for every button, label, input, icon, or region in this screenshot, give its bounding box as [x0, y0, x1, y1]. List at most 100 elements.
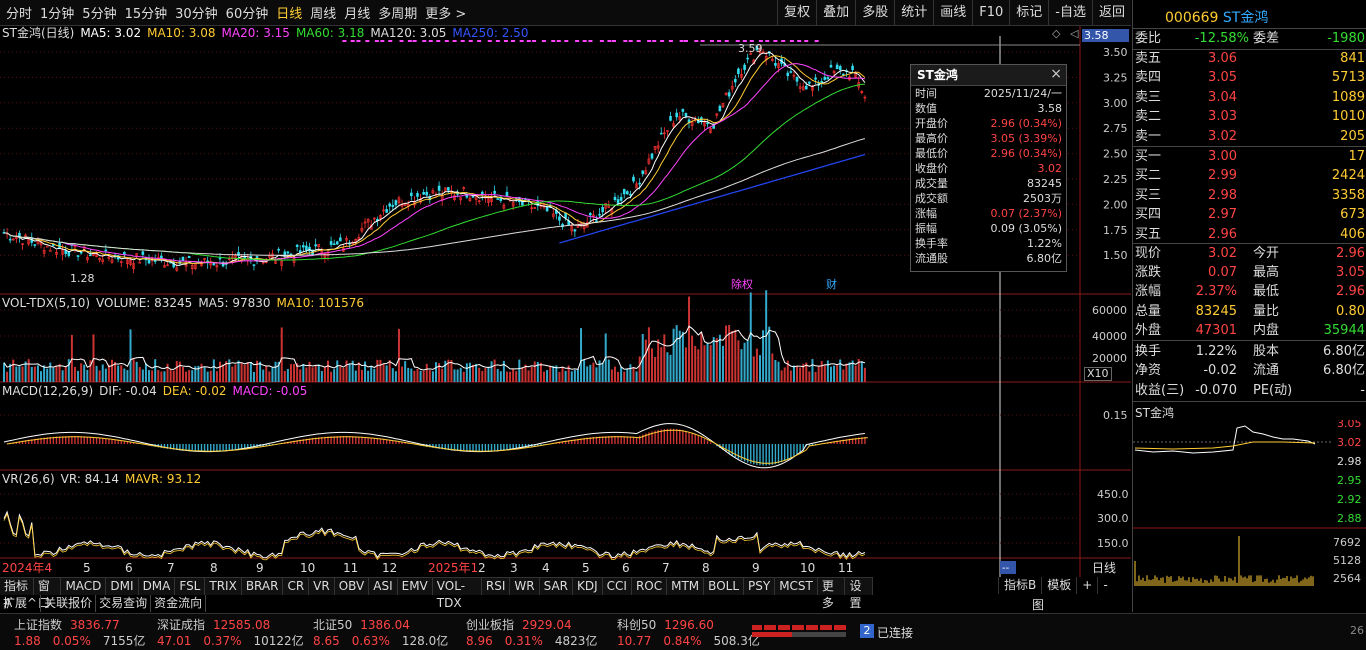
- order-row[interactable]: 卖二 3.03 1010: [1133, 107, 1366, 126]
- index-quote[interactable]: 深证成指 12585.08: [157, 616, 270, 633]
- order-row[interactable]: 买一 3.00 17: [1133, 147, 1366, 166]
- volume-bar: [746, 340, 749, 382]
- tool-button-0[interactable]: 复权: [777, 0, 816, 25]
- indicator-tab-20[interactable]: MTM: [667, 578, 705, 595]
- index-quote[interactable]: 创业板指 2929.04: [466, 616, 572, 633]
- order-row[interactable]: 卖四 3.05 5713: [1133, 68, 1366, 87]
- indicator-tab-22[interactable]: PSY: [744, 578, 776, 595]
- index-change: 8.65 0.63% 128.0亿: [313, 634, 449, 648]
- tool-button-5[interactable]: F10: [972, 0, 1009, 25]
- volume-bar: [185, 371, 188, 382]
- indicator-tab-21[interactable]: BOLL: [704, 578, 745, 595]
- period-tab-1[interactable]: 1分钟: [36, 3, 78, 22]
- indicator-tab-16[interactable]: SAR: [540, 578, 573, 595]
- indicator-tab-9[interactable]: VR: [309, 578, 335, 595]
- date-label: 10: [300, 561, 315, 575]
- indicator-tab-18[interactable]: CCI: [603, 578, 632, 595]
- indicator-tab-right-1[interactable]: 模板: [1041, 577, 1076, 594]
- indicator-tab-10[interactable]: OBV: [335, 578, 370, 595]
- tooltip-rows: 时间 2025/11/24/一 数值 3.58 开盘价 2.96 (0.34%) 最高价 3.…: [911, 86, 1066, 266]
- indicator-tab-4[interactable]: DMA: [139, 578, 176, 595]
- order-row[interactable]: 卖五 3.06 841: [1133, 49, 1366, 68]
- period-tab-10[interactable]: 更多 >: [421, 3, 470, 22]
- ext-tab-0[interactable]: 扩展^: [0, 595, 42, 612]
- signal-mark: [588, 40, 593, 42]
- order-row[interactable]: 卖一 3.02 205: [1133, 127, 1366, 146]
- volume-bar: [52, 367, 55, 382]
- indicator-tab-25[interactable]: 设置: [845, 578, 873, 610]
- indicator-tab-0[interactable]: 指标A: [0, 578, 34, 610]
- indicator-tab-24[interactable]: 更多: [818, 578, 846, 610]
- order-row[interactable]: 买二 2.99 2424: [1133, 166, 1366, 185]
- indicator-tab-right-3[interactable]: -: [1097, 577, 1112, 594]
- tool-button-7[interactable]: -自选: [1048, 0, 1092, 25]
- volume-bar: [80, 363, 83, 382]
- period-tab-5[interactable]: 60分钟: [222, 3, 273, 22]
- close-icon[interactable]: ×: [1050, 66, 1062, 82]
- diamond-icon[interactable]: ◇: [1052, 27, 1060, 40]
- order-row[interactable]: 卖三 3.04 1089: [1133, 88, 1366, 107]
- volume-bar: [826, 360, 829, 382]
- indicator-tab-15[interactable]: WR: [510, 578, 540, 595]
- period-tab-3[interactable]: 15分钟: [121, 3, 172, 22]
- candle-body: [622, 188, 626, 195]
- mini-volume-tick: 7692: [1333, 536, 1361, 549]
- indicator-tab-right-0[interactable]: 指标B: [998, 577, 1041, 594]
- volume-bar: [435, 362, 437, 382]
- period-tab-6[interactable]: 日线: [272, 3, 306, 22]
- tool-button-1[interactable]: 叠加: [816, 0, 855, 25]
- tooltip-row: 成交额 2503万: [915, 192, 1062, 205]
- tool-button-8[interactable]: 返回: [1091, 0, 1131, 25]
- index-quote[interactable]: 科创50 1296.60: [617, 616, 714, 633]
- indicator-tab-14[interactable]: RSI: [482, 578, 511, 595]
- order-row[interactable]: 买四 2.97 673: [1133, 205, 1366, 224]
- indicator-tab-19[interactable]: ROC: [632, 578, 668, 595]
- indicator-tab-13[interactable]: VOL-TDX: [433, 578, 482, 610]
- indicator-tab-1[interactable]: 窗口: [34, 578, 62, 610]
- legend-item: MA10: 101576: [276, 296, 365, 310]
- period-tab-2[interactable]: 5分钟: [78, 3, 120, 22]
- period-tab-8[interactable]: 月线: [340, 3, 374, 22]
- ext-tab-3[interactable]: 资金流向: [151, 595, 207, 612]
- volume-bar: [299, 369, 302, 382]
- order-row[interactable]: 买三 2.98 3358: [1133, 186, 1366, 205]
- signal-mark: [556, 40, 561, 42]
- indicator-tab-8[interactable]: CR: [283, 578, 310, 595]
- indicator-tab-5[interactable]: FSL: [175, 578, 206, 595]
- indicator-tab-23[interactable]: MCST: [775, 578, 818, 595]
- volume-bar: [468, 362, 471, 382]
- candle-body: [493, 190, 496, 194]
- indicator-tab-2[interactable]: MACD: [61, 578, 107, 595]
- tool-button-4[interactable]: 画线: [933, 0, 972, 25]
- indicator-tab-6[interactable]: TRIX: [205, 578, 242, 595]
- period-tab-7[interactable]: 周线: [306, 3, 340, 22]
- index-quote[interactable]: 北证50 1386.04: [313, 616, 410, 633]
- ext-tab-1[interactable]: 关联报价: [41, 595, 97, 612]
- indicator-tab-7[interactable]: BRAR: [242, 578, 284, 595]
- indicator-tab-3[interactable]: DMI: [106, 578, 139, 595]
- indicator-tab-17[interactable]: KDJ: [573, 578, 603, 595]
- tool-button-3[interactable]: 统计: [894, 0, 933, 25]
- volume-bar: [95, 365, 98, 382]
- indicator-tab-12[interactable]: EMV: [398, 578, 433, 595]
- volume-bar: [860, 361, 863, 382]
- index-quote[interactable]: 上证指数 3836.77: [14, 616, 120, 633]
- connection-status[interactable]: 已连接: [877, 624, 913, 641]
- legend-item: DEA: -0.02: [162, 384, 227, 398]
- period-tab-0[interactable]: 分时: [2, 3, 36, 22]
- volume-bar: [104, 368, 107, 382]
- ext-tab-2[interactable]: 交易查询: [96, 595, 152, 612]
- period-tab-9[interactable]: 多周期: [374, 3, 421, 22]
- period-tab-4[interactable]: 30分钟: [171, 3, 222, 22]
- order-row[interactable]: 买五 2.96 406: [1133, 225, 1366, 244]
- intraday-mini-chart[interactable]: 3.05 3.02 2.98 2.95 2.92 2.88 7692 5128 2564: [1133, 420, 1366, 590]
- volume-bar: [755, 348, 758, 382]
- tool-button-2[interactable]: 多股: [855, 0, 894, 25]
- collapse-arrow-icon[interactable]: ◁: [1070, 27, 1078, 40]
- candle-body: [505, 191, 509, 197]
- tool-button-6[interactable]: 标记: [1009, 0, 1048, 25]
- signal-mark: [582, 40, 587, 42]
- indicator-tab-11[interactable]: ASI: [369, 578, 398, 595]
- indicator-tab-right-2[interactable]: +: [1076, 577, 1097, 594]
- chart-icon[interactable]: 图: [1032, 596, 1044, 613]
